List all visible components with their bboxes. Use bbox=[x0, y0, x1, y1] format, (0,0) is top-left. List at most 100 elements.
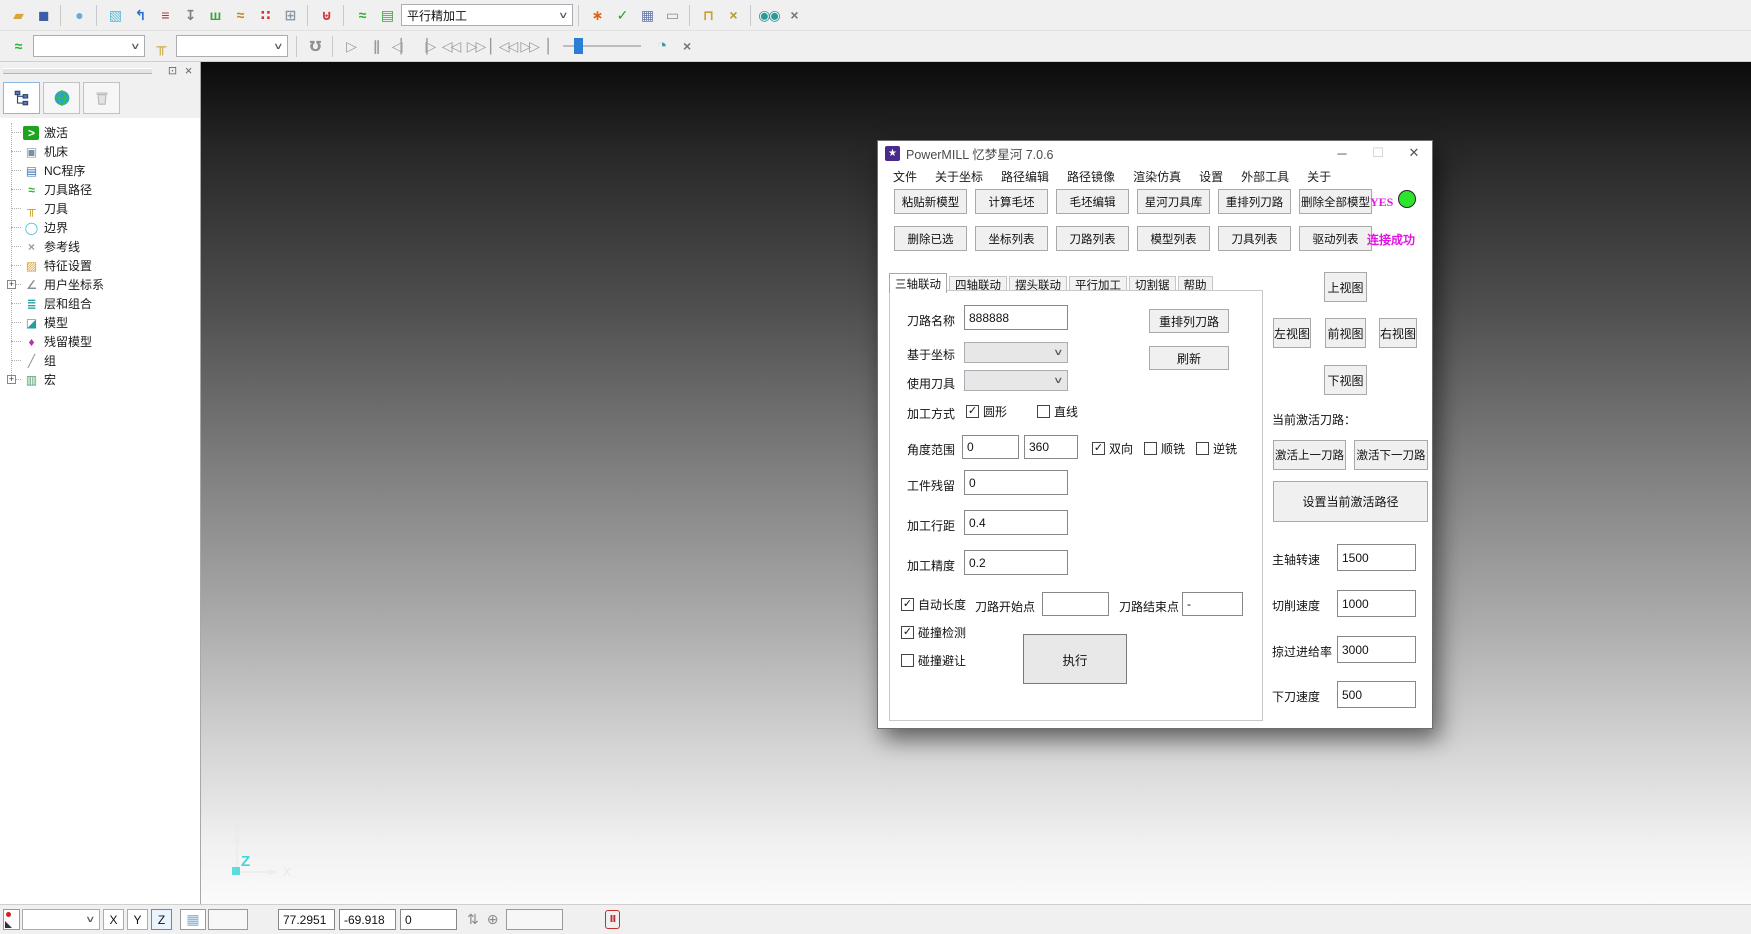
maximize-button[interactable]: ☐ bbox=[1360, 141, 1396, 165]
axis-toggle-button[interactable]: Y bbox=[127, 909, 148, 930]
coordinate-field[interactable] bbox=[339, 909, 396, 930]
strategy-combo[interactable]: 平行精加工 ∨ bbox=[401, 4, 573, 26]
draw-tool-button[interactable] bbox=[3, 909, 20, 930]
menu-item[interactable]: 渲染仿真 bbox=[1124, 168, 1190, 185]
toolbar-close-icon[interactable]: × bbox=[781, 3, 806, 28]
rearrange-button[interactable]: 重排列刀路 bbox=[1149, 309, 1229, 333]
tree-item[interactable]: ╱ 组 bbox=[7, 351, 200, 370]
tool-holder-icon[interactable]: ⊓ bbox=[695, 3, 720, 28]
quick-button[interactable]: 模型列表 bbox=[1137, 226, 1210, 251]
view-front-button[interactable]: 前视图 bbox=[1325, 318, 1366, 348]
drilling-icon[interactable]: ⊞ bbox=[277, 3, 302, 28]
menu-item[interactable]: 文件 bbox=[884, 168, 926, 185]
quick-button[interactable]: 毛坯编辑 bbox=[1056, 189, 1129, 214]
toolpath-icon[interactable]: ≈ bbox=[349, 3, 374, 28]
step-forward-icon[interactable]: ▕▷ bbox=[413, 34, 438, 59]
blank-sphere-icon[interactable]: ● bbox=[66, 3, 91, 28]
toolpath-name-input[interactable] bbox=[964, 305, 1068, 330]
sim-speed-slider[interactable] bbox=[563, 37, 641, 55]
strategy-list-icon[interactable]: ▤ bbox=[374, 3, 399, 28]
ball-tool-icon[interactable]: ↧ bbox=[177, 3, 202, 28]
set-active-path-button[interactable]: 设置当前激活路径 bbox=[1273, 481, 1428, 522]
block-icon[interactable]: ▧ bbox=[102, 3, 127, 28]
axis-toggle-button[interactable]: Z bbox=[151, 909, 172, 930]
param-input[interactable] bbox=[1337, 544, 1416, 571]
panel-grip[interactable]: ⊡ × bbox=[0, 62, 200, 79]
transform-icon[interactable]: × bbox=[720, 3, 745, 28]
pause-indicator-icon[interactable]: Ⅱ bbox=[605, 910, 620, 929]
quick-button[interactable]: 删除全部模型 bbox=[1299, 189, 1372, 214]
quick-button[interactable]: 刀具列表 bbox=[1218, 226, 1291, 251]
tree-item[interactable]: × 参考线 bbox=[7, 237, 200, 256]
rewind-icon[interactable]: ◁◁ bbox=[438, 34, 463, 59]
tree-item[interactable]: ≣ 层和组合 bbox=[7, 294, 200, 313]
tree-item[interactable]: > 激活 bbox=[7, 123, 200, 142]
tree-item[interactable]: ∠ 用户坐标系 bbox=[7, 275, 200, 294]
activate-next-button[interactable]: 激活下一刀路 bbox=[1354, 440, 1428, 470]
quick-button[interactable]: 刀路列表 bbox=[1056, 226, 1129, 251]
compare-cylinders-icon[interactable]: ◉◉ bbox=[756, 3, 781, 28]
tree-item[interactable]: ♦ 残留模型 bbox=[7, 332, 200, 351]
tree-item[interactable]: ◯ 边界 bbox=[7, 218, 200, 237]
base-coord-combo[interactable]: ∨ bbox=[964, 342, 1068, 363]
quick-button[interactable]: 坐标列表 bbox=[975, 226, 1048, 251]
toolpath-icon[interactable]: ≈ bbox=[5, 34, 30, 59]
measure-field[interactable] bbox=[506, 909, 563, 930]
menu-item[interactable]: 外部工具 bbox=[1232, 168, 1298, 185]
step-back-icon[interactable]: ◁▏ bbox=[388, 34, 413, 59]
mode-checkbox[interactable]: 直线 bbox=[1037, 403, 1078, 420]
quick-button[interactable]: 星河刀具库 bbox=[1137, 189, 1210, 214]
sort-axes-icon[interactable]: ⇅ bbox=[467, 911, 479, 928]
param-input[interactable] bbox=[1337, 636, 1416, 663]
measure-icon[interactable]: ▭ bbox=[659, 3, 684, 28]
sim-toolpath-combo[interactable]: ∨ bbox=[33, 35, 145, 57]
dialog-titlebar[interactable]: ★ PowerMILL 忆梦星河 7.0.6 ─ ☐ ✕ bbox=[878, 141, 1432, 165]
pattern-icon[interactable]: ≈ bbox=[227, 3, 252, 28]
tool-check-icon[interactable]: ✓ bbox=[609, 3, 634, 28]
tree-item[interactable]: ≈ 刀具路径 bbox=[7, 180, 200, 199]
view-top-button[interactable]: 上视图 bbox=[1324, 272, 1367, 302]
position-snap-icon[interactable]: ⊕ bbox=[487, 911, 499, 928]
milling-checkbox[interactable]: 顺铣 bbox=[1144, 440, 1185, 457]
axis-toggle-button[interactable]: X bbox=[103, 909, 124, 930]
boundary-icon[interactable]: ш bbox=[202, 3, 227, 28]
tab-explorer-globe[interactable] bbox=[43, 82, 80, 114]
mode-checkbox[interactable]: 圆形 bbox=[966, 403, 1007, 420]
grid-snap-button[interactable]: ▦ bbox=[180, 909, 206, 930]
statusbar-combo[interactable]: ∨ bbox=[22, 909, 100, 930]
view-bottom-button[interactable]: 下视图 bbox=[1324, 365, 1367, 395]
tool-select-icon[interactable]: ╥ bbox=[148, 34, 173, 59]
refresh-button[interactable]: 刷新 bbox=[1149, 346, 1229, 370]
play-icon[interactable]: ▷ bbox=[338, 34, 363, 59]
rapid-move-icon[interactable]: ↰ bbox=[127, 3, 152, 28]
tree-expander-icon[interactable] bbox=[7, 375, 16, 384]
milling-checkbox[interactable]: 逆铣 bbox=[1196, 440, 1237, 457]
tree-expander-icon[interactable] bbox=[7, 280, 16, 289]
stepover-input[interactable] bbox=[964, 510, 1068, 535]
sim-tool-combo[interactable]: ∨ bbox=[176, 35, 288, 57]
lamp-icon[interactable]: ℧ bbox=[302, 34, 327, 59]
go-start-icon[interactable]: ▏◁◁ bbox=[488, 34, 518, 59]
tool-red-icon[interactable]: ⊎ bbox=[313, 3, 338, 28]
collision-avoid-checkbox[interactable]: 碰撞避让 bbox=[901, 652, 966, 669]
panel-close-icon[interactable]: × bbox=[181, 63, 196, 77]
save-project-icon[interactable]: ◼ bbox=[30, 3, 55, 28]
angle-from-input[interactable] bbox=[962, 435, 1019, 459]
calculator-icon[interactable]: ▦ bbox=[634, 3, 659, 28]
use-tool-combo[interactable]: ∨ bbox=[964, 370, 1068, 391]
view-left-button[interactable]: 左视图 bbox=[1273, 318, 1311, 348]
execute-button[interactable]: 执行 bbox=[1023, 634, 1127, 684]
go-end-icon[interactable]: ▷▷▕ bbox=[518, 34, 548, 59]
menu-item[interactable]: 路径镜像 bbox=[1058, 168, 1124, 185]
tree-item[interactable]: ▥ 宏 bbox=[7, 370, 200, 389]
activate-prev-button[interactable]: 激活上一刀路 bbox=[1273, 440, 1346, 470]
quick-button[interactable]: 删除已选 bbox=[894, 226, 967, 251]
stock-left-input[interactable] bbox=[964, 470, 1068, 495]
menu-item[interactable]: 关于坐标 bbox=[926, 168, 992, 185]
menu-item[interactable]: 设置 bbox=[1190, 168, 1232, 185]
quick-button[interactable]: 驱动列表 bbox=[1299, 226, 1372, 251]
sim-close-icon[interactable]: × bbox=[674, 34, 699, 59]
param-input[interactable] bbox=[1337, 590, 1416, 617]
quick-button[interactable]: 粘贴新模型 bbox=[894, 189, 967, 214]
dialog-tab[interactable]: 三轴联动 bbox=[889, 273, 947, 293]
